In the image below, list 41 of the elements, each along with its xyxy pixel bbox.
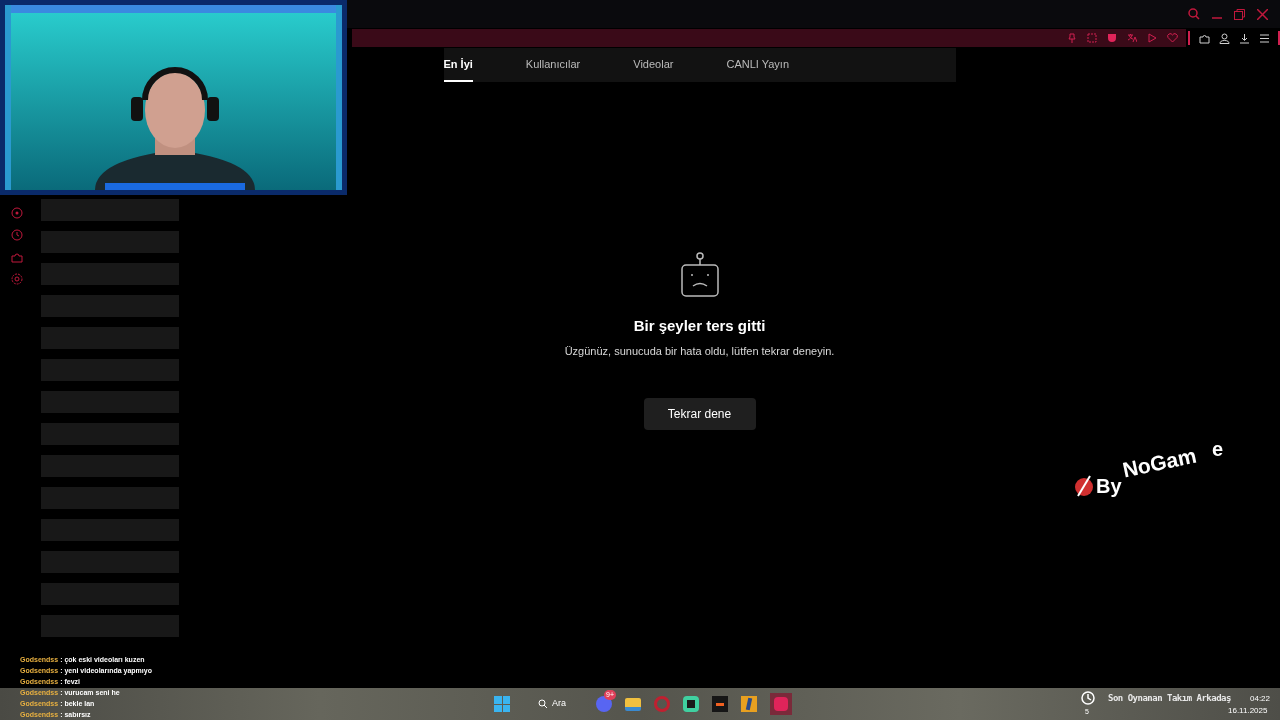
pin-icon[interactable] [1067, 33, 1078, 43]
search-label: Ara [552, 697, 566, 711]
screenshot-icon[interactable] [1087, 33, 1098, 43]
play-icon[interactable] [1147, 33, 1158, 43]
tab[interactable]: Videolar [633, 48, 674, 82]
error-message: Üzgünüz, sunucuda bir hata oldu, lütfen tekrar deneyin. [564, 343, 835, 359]
history-icon[interactable] [1081, 691, 1095, 705]
clock-time: 04:22 [1250, 693, 1271, 705]
shield-icon[interactable] [1107, 33, 1118, 43]
taskbar-search[interactable]: Ara [538, 697, 566, 711]
tab[interactable]: Kullanıcılar [525, 48, 581, 82]
error-title: Bir şeyler ters gitti [633, 316, 766, 336]
menu-icon[interactable] [1259, 32, 1270, 44]
search-icon[interactable] [1188, 8, 1200, 20]
heart-icon[interactable] [1167, 33, 1179, 43]
settings-icon[interactable] [10, 273, 23, 285]
game-icon[interactable] [741, 696, 757, 712]
logo-text: By [1096, 476, 1122, 496]
retry-button[interactable]: Tekrar dene [643, 398, 756, 430]
logo-text: e [1212, 439, 1224, 459]
brush-icon [1074, 474, 1094, 498]
recent-teammates-label: Son Oynanan Takım Arkadaş [1108, 692, 1231, 705]
download-icon[interactable] [1239, 32, 1250, 44]
clock-icon[interactable] [10, 229, 23, 241]
record-icon[interactable] [10, 207, 23, 219]
robot-icon [680, 252, 719, 298]
search-icon [538, 699, 548, 709]
start-icon[interactable] [494, 696, 510, 712]
folder-icon[interactable] [625, 697, 641, 711]
app-icon[interactable] [712, 696, 728, 712]
close-icon[interactable] [1257, 8, 1268, 20]
profile-icon[interactable] [1219, 32, 1230, 44]
translate-icon[interactable] [1127, 33, 1138, 43]
logo-text: NoGam [1120, 444, 1199, 481]
clock-date: 16.11.2025 [1228, 705, 1268, 717]
music-app-icon[interactable] [770, 693, 792, 715]
app-icon[interactable] [683, 696, 699, 712]
tab[interactable]: CANLI Yayın [726, 48, 789, 82]
restore-icon[interactable] [1234, 8, 1245, 20]
tab[interactable]: En İyi [443, 48, 473, 82]
chat-app-icon[interactable] [596, 696, 612, 712]
